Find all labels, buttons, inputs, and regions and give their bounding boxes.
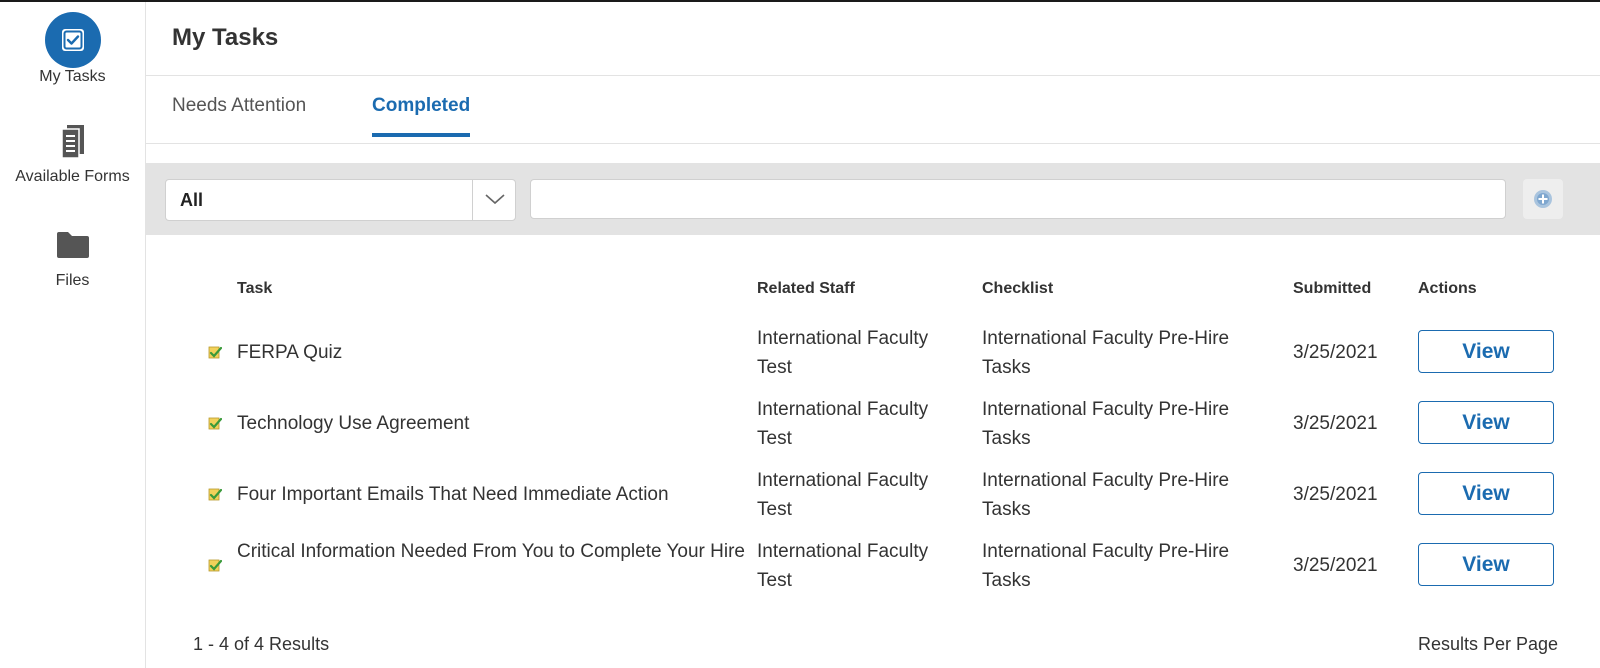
view-button[interactable]: View xyxy=(1418,330,1554,373)
view-button[interactable]: View xyxy=(1418,543,1554,586)
table-row: Four Important Emails That Need Immediat… xyxy=(145,460,1600,531)
tab-needs-attention[interactable]: Needs Attention xyxy=(172,95,306,133)
column-header-related-staff[interactable]: Related Staff xyxy=(757,280,855,298)
checklist-line: International Faculty Pre-Hire xyxy=(982,399,1230,420)
plus-circle-icon xyxy=(1534,190,1552,208)
checklist-line: International Faculty Pre-Hire xyxy=(982,470,1230,491)
related-staff: International Faculty Test xyxy=(757,324,928,382)
checklist-line: Tasks xyxy=(982,357,1031,378)
view-button[interactable]: View xyxy=(1418,401,1554,444)
search-input[interactable] xyxy=(530,179,1506,219)
checklist-line: Tasks xyxy=(982,428,1031,449)
related-staff-line: Test xyxy=(757,499,792,520)
task-name: Critical Information Needed From You to … xyxy=(237,541,745,562)
related-staff-line: International Faculty xyxy=(757,399,929,420)
completed-form-icon xyxy=(208,559,222,572)
page-header: My Tasks xyxy=(145,2,1600,76)
submitted-date: 3/25/2021 xyxy=(1293,413,1378,434)
related-staff-line: International Faculty xyxy=(757,328,929,349)
tab-bar: Needs Attention Completed xyxy=(145,75,1600,144)
related-staff-line: Test xyxy=(757,570,792,591)
results-count: 1 - 4 of 4 Results xyxy=(193,634,330,654)
sidebar-item-label: My Tasks xyxy=(39,68,106,85)
sidebar-item-files[interactable]: Files xyxy=(0,230,145,290)
completed-form-icon xyxy=(208,346,222,359)
add-filter-button[interactable] xyxy=(1523,179,1563,219)
related-staff-line: International Faculty xyxy=(757,541,929,562)
column-header-checklist[interactable]: Checklist xyxy=(982,280,1053,298)
submitted-date: 3/25/2021 xyxy=(1293,342,1378,363)
filter-select-value: All xyxy=(180,190,204,210)
table-row: Technology Use Agreement International F… xyxy=(145,389,1600,460)
table-row: Critical Information Needed From You to … xyxy=(145,531,1600,602)
column-header-actions: Actions xyxy=(1418,280,1477,297)
submitted-date: 3/25/2021 xyxy=(1293,555,1378,576)
completed-form-icon xyxy=(208,417,222,430)
results-per-page-label: Results Per Page xyxy=(1418,634,1559,654)
checkbox-icon xyxy=(44,12,101,68)
sidebar-item-label: Files xyxy=(55,272,90,289)
related-staff-line: Test xyxy=(757,357,792,378)
folder-icon xyxy=(56,232,89,258)
document-icon xyxy=(60,125,84,159)
checklist-line: International Faculty Pre-Hire xyxy=(982,541,1230,562)
sidebar-item-my-tasks[interactable]: My Tasks xyxy=(0,12,145,86)
sidebar-item-available-forms[interactable]: Available Forms xyxy=(0,124,145,186)
checklist-line: Tasks xyxy=(982,499,1031,520)
checklist: International Faculty Pre-Hire Tasks xyxy=(982,466,1229,524)
checklist-line: International Faculty Pre-Hire xyxy=(982,328,1230,349)
checklist-line: Tasks xyxy=(982,570,1031,591)
checklist: International Faculty Pre-Hire Tasks xyxy=(982,395,1229,453)
tab-completed[interactable]: Completed xyxy=(372,95,471,137)
task-name: Four Important Emails That Need Immediat… xyxy=(237,484,669,505)
sidebar: My Tasks Available Forms Files xyxy=(0,2,146,668)
checklist: International Faculty Pre-Hire Tasks xyxy=(982,324,1229,382)
view-button[interactable]: View xyxy=(1418,472,1554,515)
sidebar-item-label: Available Forms xyxy=(15,168,130,185)
column-header-task[interactable]: Task xyxy=(237,280,272,298)
filter-select[interactable]: All xyxy=(165,179,516,221)
page-title: My Tasks xyxy=(172,24,279,51)
related-staff-line: International Faculty xyxy=(757,470,929,491)
completed-form-icon xyxy=(208,488,222,501)
chevron-down-icon xyxy=(485,194,505,205)
task-name: FERPA Quiz xyxy=(237,342,343,363)
table-row: FERPA Quiz International Faculty Test In… xyxy=(145,318,1600,389)
task-name: Technology Use Agreement xyxy=(237,413,470,434)
filter-bar: All xyxy=(145,163,1600,235)
select-divider xyxy=(472,180,473,220)
checklist: International Faculty Pre-Hire Tasks xyxy=(982,537,1229,595)
related-staff: International Faculty Test xyxy=(757,466,928,524)
related-staff-line: Test xyxy=(757,428,792,449)
column-header-submitted[interactable]: Submitted xyxy=(1293,280,1371,298)
related-staff: International Faculty Test xyxy=(757,395,928,453)
submitted-date: 3/25/2021 xyxy=(1293,484,1378,505)
related-staff: International Faculty Test xyxy=(757,537,928,595)
